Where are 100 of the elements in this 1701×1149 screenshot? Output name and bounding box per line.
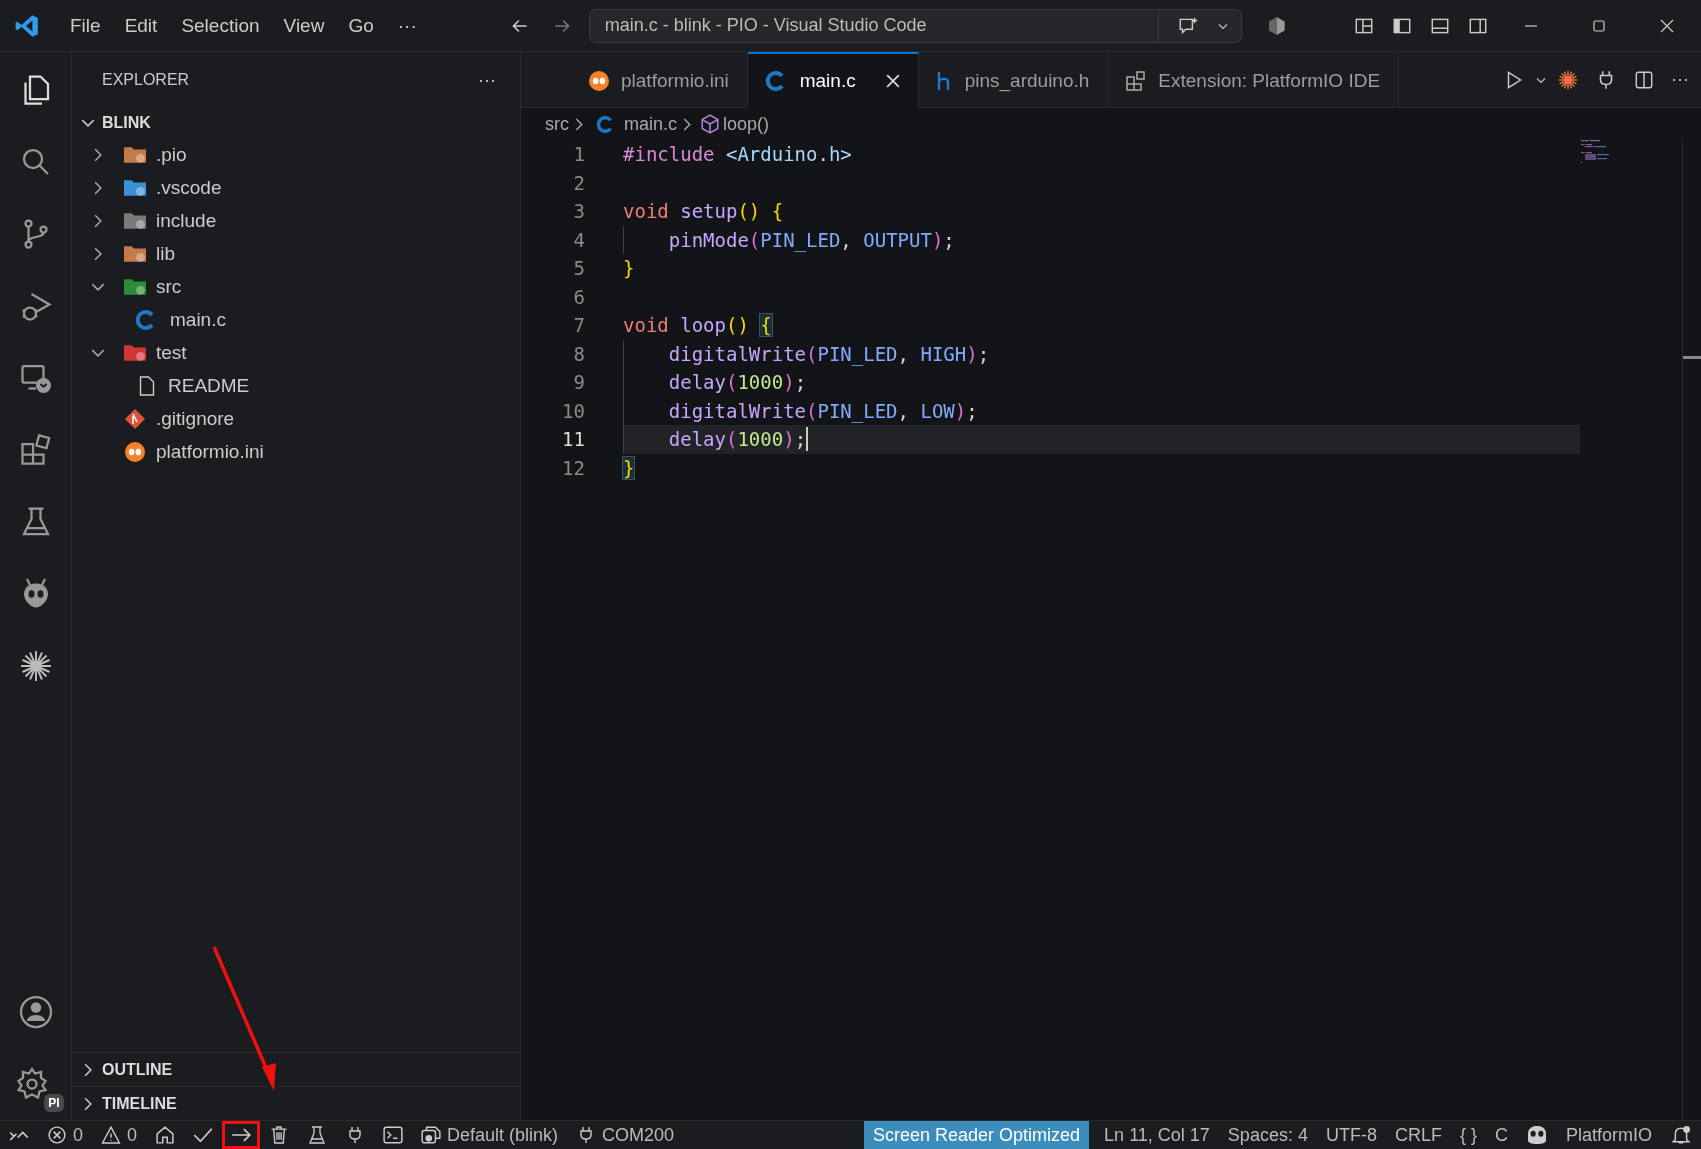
breadcrumb-item[interactable]: src <box>545 113 569 135</box>
code-line: void setup() { <box>623 200 784 223</box>
settings-button[interactable]: PI <box>13 1066 64 1112</box>
status-item[interactable]: 0 <box>38 1121 92 1149</box>
code-line: #include <Arduino.h> <box>623 143 852 166</box>
breadcrumb-item[interactable]: loop() <box>723 113 770 135</box>
tree-root[interactable]: BLINK <box>72 108 520 138</box>
tree-item[interactable]: main.c <box>72 303 520 336</box>
chevron-icon <box>575 117 583 131</box>
tree-item[interactable]: test <box>72 336 520 369</box>
bell-icon[interactable] <box>1671 1126 1691 1144</box>
folder-icon <box>421 1126 442 1144</box>
code-line: void loop() { <box>623 314 772 337</box>
status-item[interactable]: PlatformIO <box>1556 1121 1661 1149</box>
menu-item[interactable]: View <box>271 14 337 37</box>
tree-item[interactable]: include <box>72 204 520 237</box>
line-number: 4 <box>572 228 585 251</box>
menu-item[interactable]: ··· <box>385 14 429 37</box>
extensions-icon <box>1126 70 1147 91</box>
line-number: 10 <box>561 399 585 422</box>
robot-face-icon[interactable] <box>1526 1126 1547 1144</box>
chevron-icon <box>94 246 102 261</box>
code-line: } <box>623 257 635 280</box>
account-icon[interactable] <box>17 994 54 1030</box>
folder-icon <box>124 276 146 297</box>
status-item[interactable] <box>222 1121 261 1149</box>
status-item[interactable]: { } <box>1450 1121 1486 1149</box>
chevron-icon <box>91 348 105 357</box>
tree-item[interactable]: README <box>72 369 520 402</box>
status-item[interactable]: Default (blink) <box>412 1121 568 1149</box>
tree-item[interactable]: .pio <box>72 138 520 171</box>
chevron-icon <box>84 1096 92 1111</box>
error-icon <box>47 1126 67 1144</box>
status-item[interactable]: Screen Reader Optimized <box>864 1121 1090 1149</box>
c-file-icon <box>136 309 156 330</box>
folder-icon <box>124 243 146 264</box>
text-cursor <box>806 427 809 452</box>
chevron-icon <box>94 213 102 228</box>
folder-icon <box>124 210 146 231</box>
status-item[interactable]: CRLF <box>1385 1121 1451 1149</box>
app-logo-icon[interactable] <box>14 12 40 39</box>
tree-item[interactable]: platformio.ini <box>72 435 520 468</box>
panel-title: EXPLORER <box>102 71 190 89</box>
folder-icon <box>124 342 146 363</box>
code-line: delay(1000); <box>667 428 807 451</box>
status-item[interactable]: 0 <box>92 1121 147 1149</box>
flask-icon <box>307 1126 328 1144</box>
tree-item[interactable]: lib <box>72 237 520 270</box>
editor-tab[interactable]: Extension: PlatformIO IDE <box>1108 52 1400 107</box>
code-line: digitalWrite(PIN_LED, HIGH); <box>667 342 990 365</box>
line-number: 5 <box>572 257 585 280</box>
editor-tab[interactable]: platformio.ini <box>571 52 748 107</box>
line-number: 12 <box>561 456 585 479</box>
breadcrumb-item[interactable]: main.c <box>624 113 677 135</box>
chevron-icon <box>683 117 691 131</box>
settings-badge: PI <box>44 1094 64 1112</box>
menu-item[interactable]: File <box>58 14 113 37</box>
menu-item[interactable]: Go <box>336 14 386 37</box>
arrow-right-icon <box>231 1126 252 1144</box>
line-number: 3 <box>572 200 585 223</box>
close-icon[interactable] <box>885 74 900 88</box>
status-item[interactable]: Spaces: 4 <box>1218 1121 1317 1149</box>
editor-tab[interactable]: pins_arduino.h <box>918 52 1109 107</box>
tree-item[interactable]: .gitignore <box>72 402 520 435</box>
chevron-icon <box>84 1062 92 1077</box>
folder-icon <box>124 177 146 198</box>
tree-item[interactable]: .vscode <box>72 171 520 204</box>
status-item[interactable]: COM200 <box>567 1121 684 1149</box>
git-icon <box>124 408 146 429</box>
command-center[interactable]: main.c - blink - PIO - Visual Studio Code <box>588 8 1159 43</box>
line-number: 7 <box>572 314 585 337</box>
editor-tab[interactable]: main.c <box>747 52 919 108</box>
code-line: delay(1000); <box>667 371 807 394</box>
more-actions-button[interactable]: ··· <box>478 69 496 91</box>
status-item[interactable]: Ln 11, Col 17 <box>1095 1121 1219 1149</box>
line-number: 9 <box>572 371 585 394</box>
alien-head-icon <box>589 70 609 91</box>
tree-item[interactable]: src <box>72 270 520 303</box>
cube-icon <box>701 114 719 134</box>
checkmark-icon <box>193 1126 214 1144</box>
line-number: 2 <box>572 171 585 194</box>
menu-item[interactable]: Edit <box>112 14 170 37</box>
status-item[interactable]: C <box>1485 1121 1517 1149</box>
scrollbar[interactable] <box>1682 140 1701 1120</box>
line-number: 8 <box>572 342 585 365</box>
code-line: pinMode(PIN_LED, OUTPUT); <box>667 228 955 251</box>
code-line: digitalWrite(PIN_LED, LOW); <box>667 399 978 422</box>
terminal-icon <box>383 1126 404 1144</box>
chevron-icon <box>91 282 105 291</box>
status-item[interactable]: UTF-8 <box>1316 1121 1386 1149</box>
menu-item[interactable]: Selection <box>169 14 272 37</box>
line-number: 1 <box>572 143 585 166</box>
more-actions-button[interactable]: ··· <box>1671 69 1689 90</box>
warning-icon <box>101 1126 121 1144</box>
chevron-icon <box>81 119 95 127</box>
line-number: 11 <box>561 428 585 451</box>
chevron-icon <box>94 147 102 162</box>
c-file-icon <box>765 71 786 91</box>
asterisk-icon[interactable] <box>1557 68 1579 91</box>
header-file-icon <box>936 70 951 91</box>
